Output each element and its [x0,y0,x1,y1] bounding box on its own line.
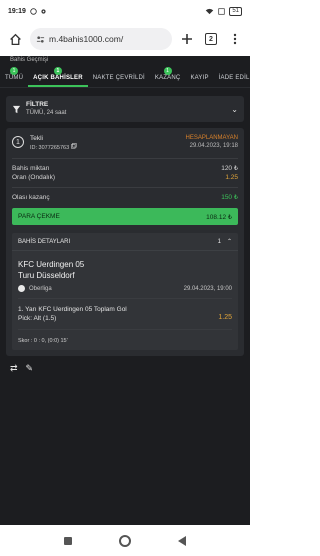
tab-badge: 1 [10,67,19,75]
bet-number: 1 [12,136,24,148]
plus-icon [182,34,192,44]
bet-details-panel: BAHİS DETAYLARI 1 ⌃ KFC Uerdingen 05 Tur… [12,233,238,350]
bet-id: ID: 3077265763 [30,145,70,151]
tab-cashed-out[interactable]: NAKTE ÇEVRİLDİ [88,75,150,87]
team-away: Turu Düsseldorf [18,271,75,280]
league-name: Oberliga [29,285,52,292]
bet-card: 1 Tekli ID: 3077265763 HESAPLANMAYAN 29.… [6,128,244,356]
wifi-icon [206,8,214,14]
chevron-down-icon: ⌄ [231,104,238,114]
menu-button[interactable] [226,30,244,48]
sim-icon [218,7,225,15]
home-button[interactable] [6,30,24,48]
browser-toolbar: m.4bahis1000.com/ 2 [0,22,250,56]
edit-bet-icon[interactable]: ✎ [26,363,34,374]
copy-icon[interactable] [70,143,77,149]
stake-value: 120 ₺ [221,165,238,172]
system-nav-bar [0,525,250,556]
filter-icon [12,105,21,113]
selection-info: 1. Yarı KFC Uerdingen 05 Toplam Gol Pick… [12,299,238,323]
recent-apps-button[interactable] [63,536,72,545]
team-home: KFC Uerdingen 05 [18,260,85,269]
bet-actions: ⇄ ✎ [0,356,250,381]
cashout-amount: 108.12 ₺ [206,213,232,221]
address-bar[interactable]: m.4bahis1000.com/ [30,28,172,50]
selection-count: 1 [217,238,221,245]
bet-type: Tekli [30,135,44,142]
match-info: KFC Uerdingen 05 Turu Düsseldorf Oberlig… [12,251,238,298]
live-score: Skor : 0 : 0, (0:0) 15' [18,338,68,344]
settings-icon [41,8,46,14]
cashout-button[interactable]: PARA ÇEKME 108.12 ₺ [12,208,238,225]
filter-subtitle: TÜMÜ, 24 saat [26,110,67,116]
potential-win-value: 150 ₺ [221,194,238,201]
home-nav-button[interactable] [118,534,131,547]
filter-dropdown[interactable]: FİLTRE TÜMÜ, 24 saat ⌄ [6,96,244,122]
new-tab-button[interactable] [178,30,196,48]
home-icon [9,33,21,45]
battery-indicator: 51 [229,6,242,16]
tab-count: 2 [205,33,217,45]
bet-history-app: Bahis Geçmişi 1 TÜMÜ 1 AÇIK BAHİSLER NAK… [0,56,250,525]
bet-details-header[interactable]: BAHİS DETAYLARI 1 ⌃ [12,233,238,251]
tab-badge: 1 [53,67,62,75]
messenger-icon [30,7,37,15]
stake-row: Bahis miktarı 120 ₺ [12,165,238,172]
clock: 19:19 [8,7,26,15]
odds-value: 1.25 [225,174,238,181]
potential-win-row: Olası kazanç 150 ₺ [12,194,238,201]
tab-open-bets[interactable]: 1 AÇIK BAHİSLER [28,67,88,87]
back-button[interactable] [178,535,187,546]
tab-all[interactable]: 1 TÜMÜ [0,67,28,87]
tab-switcher-button[interactable]: 2 [202,30,220,48]
url-text: m.4bahis1000.com/ [49,34,124,44]
more-vert-icon [233,33,237,45]
odds-row: Oran (Ondalık) 1.25 [12,174,238,181]
bet-date: 29.04.2023, 19:18 [189,143,238,149]
pick: Pick: Alt (1.5) [18,315,57,322]
football-icon [18,285,25,292]
repeat-bet-icon[interactable]: ⇄ [10,363,18,374]
tab-badge: 1 [163,67,172,75]
bet-status: HESAPLANMAYAN [185,135,238,141]
match-date: 29.04.2023, 19:00 [183,285,232,292]
filter-title: FİLTRE [26,101,49,108]
page-header: Bahis Geçmişi [10,57,49,63]
market-name: 1. Yarı KFC Uerdingen 05 Toplam Gol [18,306,127,313]
bet-tabs: 1 TÜMÜ 1 AÇIK BAHİSLER NAKTE ÇEVRİLDİ 1 … [0,66,250,88]
status-bar: 19:19 51 [0,0,250,22]
tab-refunded[interactable]: İADE EDİL [214,75,250,87]
selection-odd: 1.25 [218,314,232,321]
site-info-icon [36,35,45,43]
chevron-up-icon: ⌃ [226,239,232,245]
tab-won[interactable]: 1 KAZANÇ [150,67,186,87]
tab-lost[interactable]: KAYIP [185,75,213,87]
